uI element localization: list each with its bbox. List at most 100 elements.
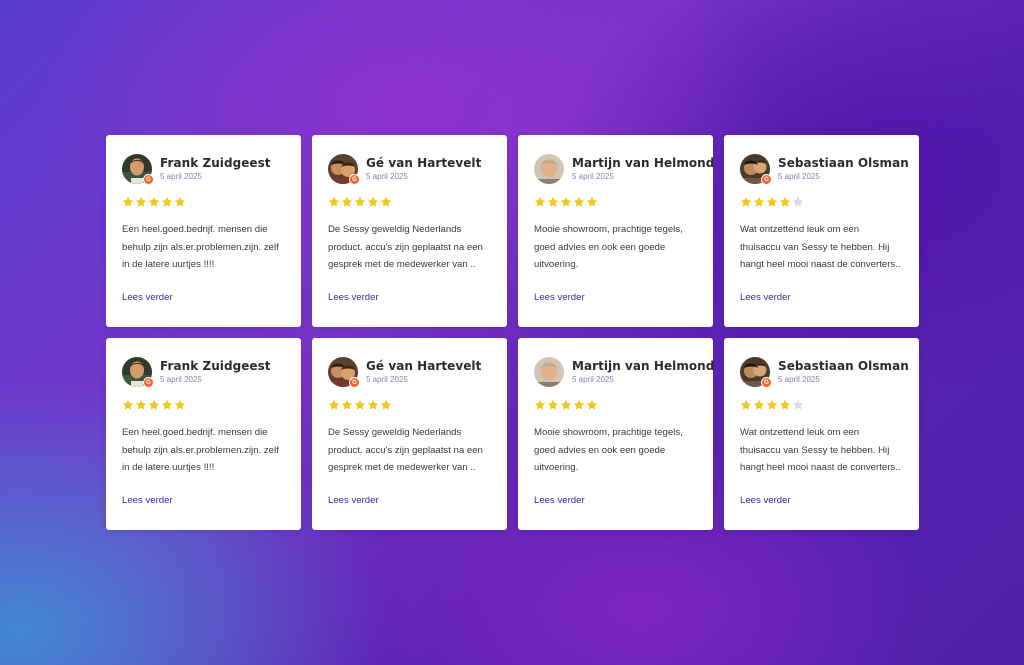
star-icon <box>148 399 160 410</box>
review-header: G Sebastiaan Olsman 5 april 2025 <box>740 357 909 388</box>
review-text: De Sessy geweldig Nederlands product. ac… <box>328 424 491 477</box>
star-rating <box>122 196 285 209</box>
review-text-line: thuisaccu van Sessy te hebben. Hij <box>740 241 890 253</box>
review-text-line: hangt heel mooi naast de converters.. <box>740 259 901 270</box>
avatar <box>534 154 564 184</box>
review-text-line: behulp zijn als.er.problemen.zijn. zelf <box>122 444 279 456</box>
reviewer-name: Frank Zuidgeest <box>160 156 271 170</box>
star-icon <box>586 196 598 207</box>
read-more-link[interactable]: Lees verder <box>328 495 379 506</box>
reviewer-name: Martijn van Helmond <box>572 359 715 373</box>
read-more-link[interactable]: Lees verder <box>740 292 791 303</box>
reviewer-name: Gé van Hartevelt <box>366 156 482 170</box>
star-rating <box>328 196 491 209</box>
review-date: 5 april 2025 <box>160 375 202 384</box>
read-more-link[interactable]: Lees verder <box>740 495 791 506</box>
avatar: G <box>328 154 360 185</box>
review-header: Martijn van Helmond 5 april 2025 <box>534 357 714 387</box>
star-icon <box>367 399 379 410</box>
review-date: 5 april 2025 <box>366 172 408 181</box>
star-icon <box>753 196 765 207</box>
star-icon <box>148 196 160 207</box>
reviewer-name: Martijn van Helmond <box>572 156 715 170</box>
read-more-link[interactable]: Lees verder <box>534 292 585 303</box>
avatar-photo <box>534 357 564 387</box>
review-text: Wat ontzettend leuk om een thuisaccu van… <box>740 424 903 477</box>
review-date: 5 april 2025 <box>160 172 202 181</box>
review-text-line: gesprek met de medewerker van .. <box>328 462 476 473</box>
review-card: G Frank Zuidgeest 5 april 2025 Een heel.… <box>106 338 301 530</box>
review-date: 5 april 2025 <box>778 375 820 384</box>
review-date: 5 april 2025 <box>572 375 614 384</box>
google-badge-icon: G <box>349 174 360 185</box>
review-text-line: hangt heel mooi naast de converters.. <box>740 462 901 473</box>
read-more-link[interactable]: Lees verder <box>328 292 379 303</box>
review-text-line: Mooie showroom, prachtige tegels, <box>534 427 683 438</box>
review-text: De Sessy geweldig Nederlands product. ac… <box>328 221 491 274</box>
star-icon <box>560 399 572 410</box>
star-icon <box>740 399 752 410</box>
avatar: G <box>122 154 154 185</box>
review-header: Martijn van Helmond 5 april 2025 <box>534 154 714 184</box>
star-icon <box>547 399 559 410</box>
google-badge-icon: G <box>349 377 360 388</box>
review-date: 5 april 2025 <box>572 172 614 181</box>
review-header: G Frank Zuidgeest 5 april 2025 <box>122 154 285 185</box>
star-icon <box>135 196 147 207</box>
read-more-link[interactable]: Lees verder <box>122 292 173 303</box>
review-date: 5 april 2025 <box>778 172 820 181</box>
review-header: G Frank Zuidgeest 5 april 2025 <box>122 357 285 388</box>
reviewer-name: Gé van Hartevelt <box>366 359 482 373</box>
review-text-line: goed advies en ook een goede <box>534 241 666 253</box>
star-icon <box>354 399 366 410</box>
review-card: G Sebastiaan Olsman 5 april 2025 Wat ont… <box>724 135 919 327</box>
review-text-line: product. accu's zijn geplaatst na een <box>328 444 483 456</box>
star-icon <box>766 399 778 410</box>
star-rating <box>328 399 491 412</box>
review-text: Mooie showroom, prachtige tegels, goed a… <box>534 221 697 274</box>
star-icon <box>174 399 186 410</box>
review-text-line: Wat ontzettend leuk om een <box>740 224 860 235</box>
review-text-line: De Sessy geweldig Nederlands <box>328 224 462 235</box>
star-icon <box>779 196 791 207</box>
avatar: G <box>740 357 772 388</box>
review-text-line: goed advies en ook een goede <box>534 444 666 456</box>
star-icon <box>586 399 598 410</box>
star-icon <box>547 196 559 207</box>
star-icon <box>792 399 804 410</box>
review-text: Mooie showroom, prachtige tegels, goed a… <box>534 424 697 477</box>
review-text-line: Mooie showroom, prachtige tegels, <box>534 224 683 235</box>
star-icon <box>161 399 173 410</box>
star-icon <box>534 196 546 207</box>
star-icon <box>122 196 134 207</box>
read-more-link[interactable]: Lees verder <box>534 495 585 506</box>
review-text-line: Wat ontzettend leuk om een <box>740 427 860 438</box>
star-rating <box>122 399 285 412</box>
avatar-photo <box>534 154 564 184</box>
read-more-link[interactable]: Lees verder <box>122 495 173 506</box>
review-header: G Gé van Hartevelt 5 april 2025 <box>328 154 491 185</box>
review-text-line: Een heel.goed.bedrijf. mensen die <box>122 427 268 438</box>
review-text-line: Een heel.goed.bedrijf. mensen die <box>122 224 268 235</box>
star-icon <box>380 196 392 207</box>
reviews-grid: G Frank Zuidgeest 5 april 2025 Een heel.… <box>106 135 919 530</box>
review-text-line: De Sessy geweldig Nederlands <box>328 427 462 438</box>
star-icon <box>792 196 804 207</box>
review-header: G Sebastiaan Olsman 5 april 2025 <box>740 154 909 185</box>
star-icon <box>354 196 366 207</box>
avatar: G <box>328 357 360 388</box>
star-icon <box>135 399 147 410</box>
google-badge-icon: G <box>761 174 772 185</box>
review-text: Een heel.goed.bedrijf. mensen die behulp… <box>122 424 285 477</box>
star-icon <box>779 399 791 410</box>
review-date: 5 april 2025 <box>366 375 408 384</box>
reviewer-name: Sebastiaan Olsman <box>778 359 909 373</box>
star-icon <box>380 399 392 410</box>
star-icon <box>573 196 585 207</box>
review-text-line: uitvoering. <box>534 462 579 473</box>
review-card: G Frank Zuidgeest 5 april 2025 Een heel.… <box>106 135 301 327</box>
star-icon <box>161 196 173 207</box>
review-text-line: in de latere uurtjes !!!! <box>122 259 215 270</box>
review-text-line: in de latere uurtjes !!!! <box>122 462 215 473</box>
star-icon <box>341 399 353 410</box>
